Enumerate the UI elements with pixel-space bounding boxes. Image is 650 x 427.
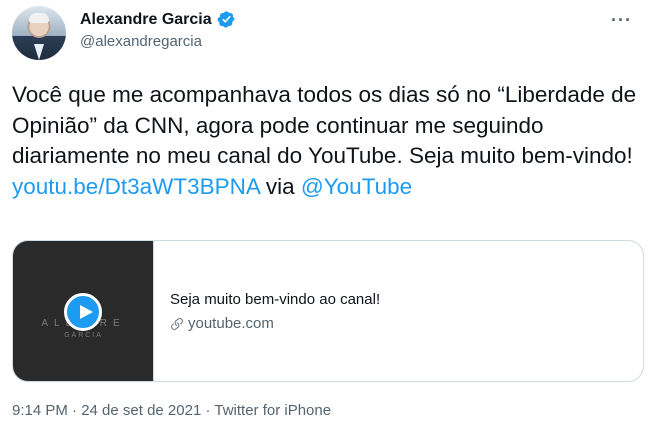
video-thumbnail[interactable]: ATA ALEX RE GARCIA	[13, 241, 154, 381]
avatar-shirt	[34, 44, 44, 60]
more-options-icon[interactable]: ···	[611, 10, 632, 31]
avatar[interactable]	[12, 6, 66, 60]
card-body: Seja muito bem-vindo ao canal! youtube.c…	[154, 241, 380, 381]
tweet-link[interactable]: youtu.be/Dt3aWT3BPNA	[12, 174, 260, 199]
avatar-hair	[29, 13, 49, 23]
tweet-text-via: via	[259, 173, 301, 199]
author-row: Alexandre Garcia	[80, 10, 236, 29]
tweet-meta[interactable]: 9:14 PM · 24 de set de 2021 · Twitter fo…	[12, 402, 331, 419]
thumbnail-text-bottom: GARCIA	[64, 332, 103, 339]
tweet-text-body: Você que me acompanhava todos os dias só…	[12, 82, 637, 168]
author-handle[interactable]: @alexandregarcia	[80, 33, 202, 50]
play-icon[interactable]	[64, 293, 102, 331]
tweet-text: Você que me acompanhava todos os dias só…	[12, 80, 642, 202]
verified-badge-icon	[217, 11, 235, 28]
card-domain-row: youtube.com	[170, 315, 380, 332]
tweet-mention[interactable]: @YouTube	[301, 174, 412, 199]
link-preview-card[interactable]: ATA ALEX RE GARCIA Seja muito bem-vindo …	[12, 240, 644, 382]
link-icon	[171, 317, 183, 330]
author-name[interactable]: Alexandre Garcia	[80, 11, 212, 29]
card-domain[interactable]: youtube.com	[188, 315, 274, 332]
card-title: Seja muito bem-vindo ao canal!	[170, 291, 381, 308]
